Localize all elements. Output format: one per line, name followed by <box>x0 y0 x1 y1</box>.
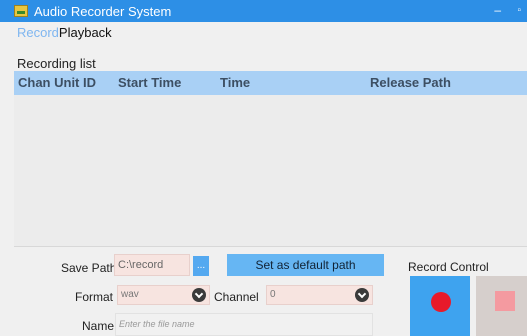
name-input[interactable]: Enter the file name <box>115 313 373 336</box>
column-chan-unit-id[interactable]: Chan Unit ID <box>18 75 96 90</box>
stop-button[interactable] <box>476 276 527 336</box>
channel-select[interactable]: 0 <box>266 285 373 305</box>
channel-value: 0 <box>270 289 276 300</box>
name-label: Name <box>82 319 115 333</box>
save-path-input[interactable]: C:\record <box>114 254 190 276</box>
minimize-button[interactable]: – <box>494 3 501 17</box>
tab-playback[interactable]: Playback <box>59 25 112 40</box>
maximize-button[interactable]: ▫ <box>517 5 521 16</box>
recording-list-body[interactable] <box>14 95 527 247</box>
column-time[interactable]: Time <box>220 75 250 90</box>
record-icon <box>431 292 451 312</box>
recording-list-label: Recording list <box>17 56 96 71</box>
tab-record[interactable]: Record <box>17 25 59 40</box>
format-select[interactable]: wav <box>117 285 210 305</box>
column-start-time[interactable]: Start Time <box>118 75 181 90</box>
format-label: Format <box>75 290 114 304</box>
chevron-down-icon[interactable] <box>192 288 206 302</box>
app-icon <box>14 5 28 17</box>
column-release-path[interactable]: Release Path <box>370 75 451 90</box>
save-path-label: Save Path <box>61 261 117 275</box>
tab-bar: Record Playback <box>17 25 112 40</box>
window-title: Audio Recorder System <box>34 3 172 19</box>
browse-button[interactable]: ... <box>193 256 209 276</box>
stop-icon <box>495 291 515 311</box>
record-button[interactable] <box>410 276 470 336</box>
record-control-label: Record Control <box>408 260 489 274</box>
chevron-down-icon[interactable] <box>355 288 369 302</box>
recording-list-header: Chan Unit ID Start Time Time Release Pat… <box>14 71 527 95</box>
format-value: wav <box>121 289 139 300</box>
title-bar: Audio Recorder System – ▫ <box>0 0 527 22</box>
channel-label: Channel <box>214 290 259 304</box>
set-default-path-button[interactable]: Set as default path <box>227 254 384 276</box>
